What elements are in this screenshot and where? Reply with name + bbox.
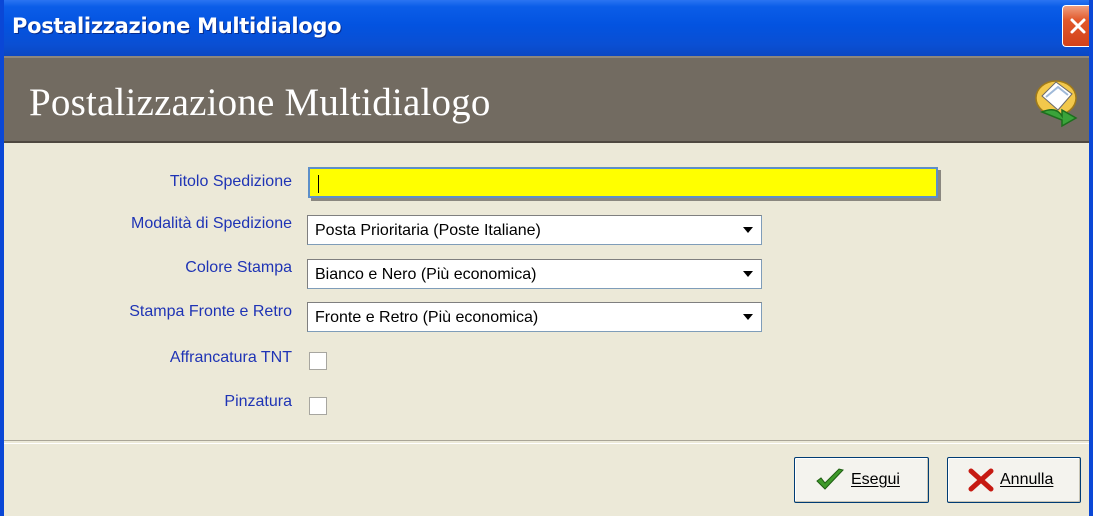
mail-send-icon — [1035, 80, 1078, 128]
titolo-spedizione-input[interactable] — [308, 167, 938, 198]
header-banner: Postalizzazione Multidialogo — [4, 56, 1089, 143]
colore-stampa-select[interactable]: Bianco e Nero (Più economica) — [307, 259, 762, 289]
annulla-label: Annulla — [1000, 471, 1054, 488]
stampa-fronte-retro-label: Stampa Fronte e Retro — [129, 303, 292, 320]
checkmark-icon — [816, 468, 844, 490]
colore-stampa-label: Colore Stampa — [185, 259, 292, 276]
title-bar[interactable]: Postalizzazione Multidialogo — [4, 0, 1089, 56]
affrancatura-tnt-label: Affrancatura TNT — [169, 349, 292, 366]
cross-icon — [968, 468, 994, 492]
stampa-fronte-retro-select[interactable]: Fronte e Retro (Più economica) — [307, 302, 762, 332]
modalita-selected-value: Posta Prioritaria (Poste Italiane) — [315, 222, 541, 239]
window-title: Postalizzazione Multidialogo — [12, 14, 342, 38]
annulla-button[interactable]: Annulla — [947, 457, 1081, 503]
dialog-window: Postalizzazione Multidialogo Postalizzaz… — [0, 0, 1093, 516]
colore-selected-value: Bianco e Nero (Più economica) — [315, 266, 537, 283]
chevron-down-icon[interactable] — [743, 271, 753, 277]
esegui-button[interactable]: Esegui — [794, 457, 929, 503]
fronte-selected-value: Fronte e Retro (Più economica) — [315, 309, 539, 326]
esegui-label: Esegui — [851, 471, 900, 488]
footer-divider — [4, 440, 1089, 444]
header-title: Postalizzazione Multidialogo — [29, 81, 491, 124]
pinzatura-checkbox[interactable] — [309, 397, 327, 415]
close-button[interactable] — [1062, 5, 1089, 47]
modalita-spedizione-label: Modalità di Spedizione — [131, 215, 292, 232]
pinzatura-label: Pinzatura — [224, 393, 292, 410]
chevron-down-icon[interactable] — [743, 227, 753, 233]
close-icon — [1070, 18, 1086, 34]
text-caret — [318, 175, 319, 193]
chevron-down-icon[interactable] — [743, 314, 753, 320]
modalita-spedizione-select[interactable]: Posta Prioritaria (Poste Italiane) — [307, 215, 762, 245]
affrancatura-tnt-checkbox[interactable] — [309, 352, 327, 370]
titolo-spedizione-label: Titolo Spedizione — [169, 173, 292, 190]
